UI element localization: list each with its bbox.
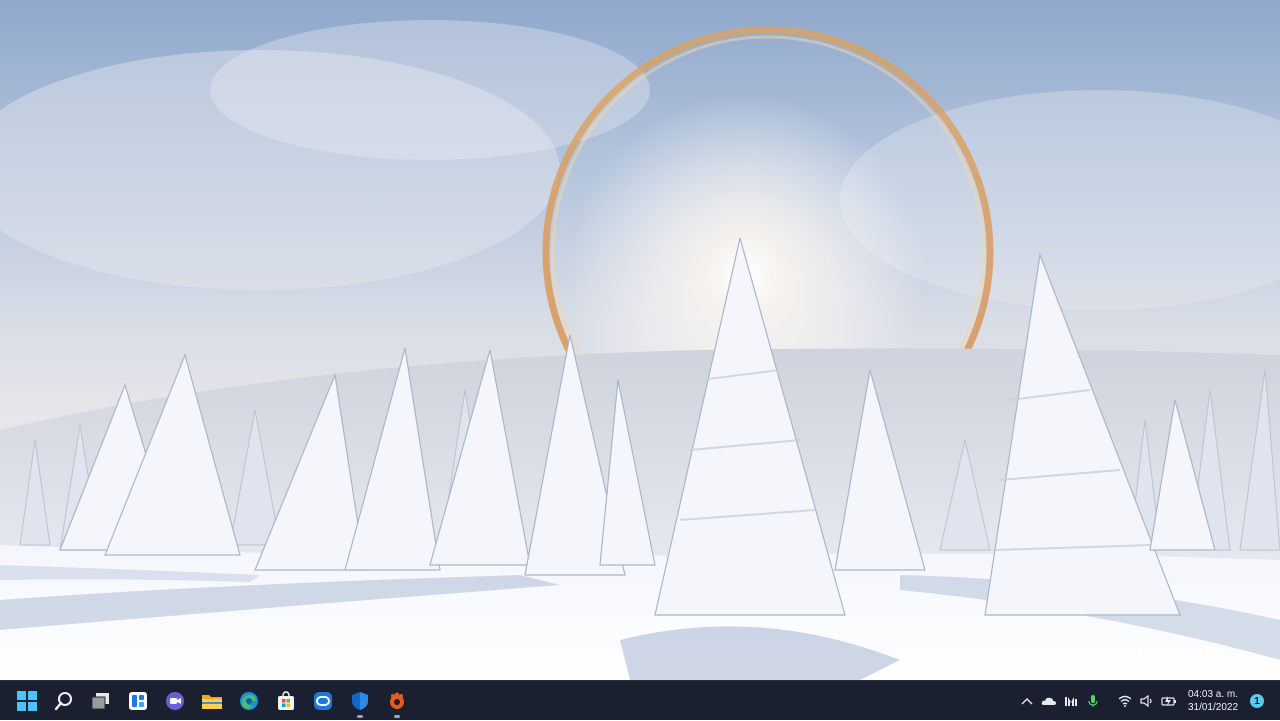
search-button[interactable] <box>45 683 82 719</box>
speaker-icon <box>1140 695 1152 707</box>
notification-badge[interactable]: 1 <box>1250 694 1264 708</box>
microsoft-bing-watermark: Microsoft Bing <box>1137 647 1229 661</box>
task-view-icon <box>91 693 109 710</box>
tray-spacer <box>1104 681 1114 721</box>
microphone-icon <box>1088 695 1098 707</box>
blue-app-icon <box>313 692 332 710</box>
volume-button[interactable] <box>1136 681 1158 721</box>
orange-app-icon <box>389 692 404 709</box>
edge-browser-icon <box>239 692 258 710</box>
chevron-up-icon <box>1021 698 1033 705</box>
battery-charging-icon <box>1161 696 1176 706</box>
shield-icon <box>351 692 368 710</box>
onedrive-button[interactable] <box>1038 681 1060 721</box>
windows-start-icon <box>16 691 37 711</box>
widgets-button[interactable] <box>119 683 156 719</box>
start-button[interactable] <box>8 683 45 719</box>
taskbar: 04:03 a. m. 31/01/2022 1 <box>0 680 1280 720</box>
taskbar-apps <box>8 681 415 721</box>
folder-icon <box>201 695 222 709</box>
blue-app-button[interactable] <box>304 683 341 719</box>
system-tray: 04:03 a. m. 31/01/2022 1 <box>1016 681 1280 721</box>
defender-button[interactable] <box>341 683 378 719</box>
wifi-button[interactable] <box>1114 681 1136 721</box>
widgets-icon <box>128 692 147 710</box>
microsoft-logo-icon <box>1137 648 1149 660</box>
wifi-icon <box>1118 695 1132 707</box>
running-indicator <box>393 715 400 718</box>
desktop-wallpaper: Microsoft Bing <box>0 0 1280 680</box>
task-view-button[interactable] <box>82 683 119 719</box>
chat-button[interactable] <box>156 683 193 719</box>
edge-button[interactable] <box>230 683 267 719</box>
teams-chat-icon <box>165 692 184 710</box>
orange-app-button[interactable] <box>378 683 415 719</box>
store-icon <box>277 691 294 710</box>
microphone-button[interactable] <box>1082 681 1104 721</box>
clock-date: 31/01/2022 <box>1187 702 1239 713</box>
battery-button[interactable] <box>1158 681 1180 721</box>
cloud-icon <box>1041 697 1056 705</box>
show-hidden-icons-button[interactable] <box>1016 681 1038 721</box>
file-explorer-button[interactable] <box>193 683 230 719</box>
watermark-label: Microsoft Bing <box>1153 647 1230 661</box>
notification-count: 1 <box>1254 695 1260 707</box>
mic-meter-button[interactable] <box>1060 681 1082 721</box>
clock-time: 04:03 a. m. <box>1187 689 1239 700</box>
search-icon <box>54 692 72 711</box>
store-button[interactable] <box>267 683 304 719</box>
meter-icon <box>1065 697 1077 706</box>
wallpaper-scene <box>0 20 1280 680</box>
clock[interactable]: 04:03 a. m. 31/01/2022 <box>1184 688 1242 714</box>
running-indicator <box>356 715 363 718</box>
